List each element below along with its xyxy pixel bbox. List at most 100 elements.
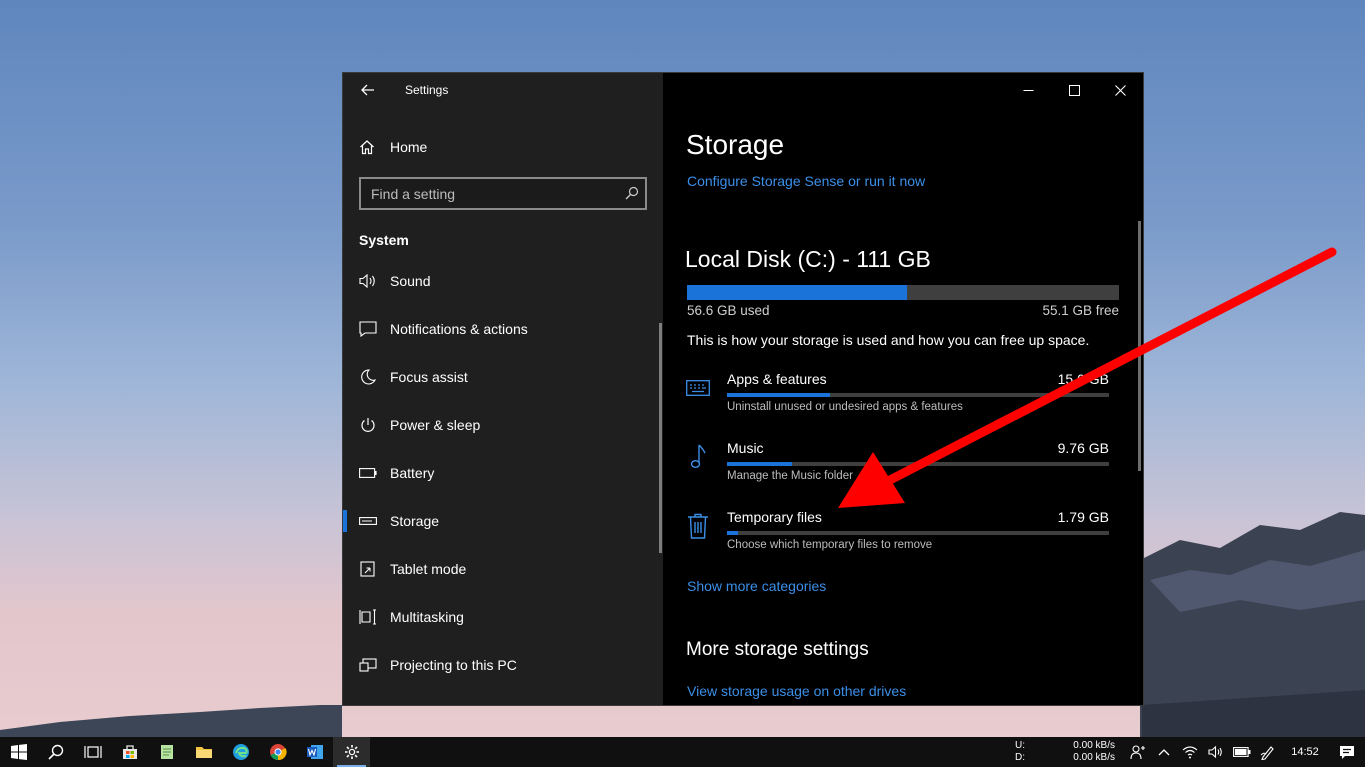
clock[interactable]: 14:52 — [1285, 746, 1325, 758]
keyboard-icon — [685, 375, 711, 401]
action-center-icon — [1340, 745, 1354, 759]
maximize-button[interactable] — [1051, 73, 1097, 107]
category-size: 15.0 GB — [1057, 371, 1109, 387]
sidebar-item-focus-assist[interactable]: Focus assist — [343, 353, 663, 401]
show-hidden-icons-button[interactable] — [1151, 737, 1177, 767]
disk-used-label: 56.6 GB used — [687, 303, 770, 318]
pen-workspace-button[interactable] — [1255, 737, 1281, 767]
taskbar-notes-app[interactable] — [148, 737, 185, 767]
category-bar-fill — [727, 393, 831, 397]
system-tray: U: D: 0.00 kB/s 0.00 kB/s 14:52 — [1015, 737, 1365, 767]
section-title-system: System — [359, 232, 409, 248]
main-content: Storage Configure Storage Sense or run i… — [663, 73, 1143, 705]
sidebar-item-tablet-mode[interactable]: Tablet mode — [343, 545, 663, 593]
sidebar-item-home[interactable]: Home — [359, 135, 427, 159]
edge-icon — [232, 744, 249, 760]
search-button[interactable] — [37, 737, 74, 767]
back-arrow-icon — [361, 84, 374, 96]
disk-title: Local Disk (C:) - 111 GB — [685, 246, 931, 272]
wifi-button[interactable] — [1177, 737, 1203, 767]
taskbar-search-icon — [47, 744, 63, 760]
category-size: 9.76 GB — [1057, 440, 1109, 456]
sidebar-item-notifications[interactable]: Notifications & actions — [343, 305, 663, 353]
sidebar-item-sound[interactable]: Sound — [343, 257, 663, 305]
category-bar — [727, 531, 1109, 535]
show-more-categories-link[interactable]: Show more categories — [687, 578, 826, 594]
sidebar-item-multitasking[interactable]: Multitasking — [343, 593, 663, 641]
sidebar-item-storage[interactable]: Storage — [343, 497, 663, 545]
disk-usage-fill — [687, 285, 908, 300]
category-bar — [727, 393, 1109, 397]
gear-icon — [344, 745, 359, 759]
minimize-icon — [1023, 89, 1033, 91]
volume-button[interactable] — [1203, 737, 1229, 767]
pen-icon — [1260, 746, 1274, 760]
people-button[interactable] — [1125, 737, 1151, 767]
notes-icon — [160, 745, 173, 759]
start-button[interactable] — [0, 737, 37, 767]
view-other-drives-link[interactable]: View storage usage on other drives — [687, 683, 906, 699]
category-subtitle: Uninstall unused or undesired apps & fea… — [727, 401, 963, 413]
upload-value: 0.00 kB/s — [1073, 740, 1115, 751]
search-icon[interactable] — [625, 186, 639, 200]
upload-label: U: — [1015, 740, 1025, 751]
speaker-icon — [359, 272, 377, 290]
sidebar-item-label: Multitasking — [390, 609, 464, 625]
category-bar-fill — [727, 462, 792, 466]
category-music[interactable]: Music 9.76 GB Manage the Music folder — [685, 440, 1115, 500]
category-subtitle: Manage the Music folder — [727, 470, 853, 482]
sidebar-nav: Sound Notifications & actions Focus assi… — [343, 257, 663, 689]
download-value: 0.00 kB/s — [1073, 752, 1115, 763]
taskbar-edge[interactable] — [222, 737, 259, 767]
category-name: Temporary files — [727, 509, 822, 525]
taskbar-chrome[interactable] — [259, 737, 296, 767]
category-temporary-files[interactable]: Temporary files 1.79 GB Choose which tem… — [685, 509, 1115, 569]
disk-free-label: 55.1 GB free — [1042, 303, 1119, 318]
home-label: Home — [390, 139, 428, 155]
windows-logo-icon — [10, 744, 27, 760]
category-bar-fill — [727, 531, 739, 535]
app-title: Settings — [405, 83, 449, 97]
search-input[interactable] — [371, 179, 611, 208]
power-icon — [359, 416, 377, 434]
sidebar-item-projecting[interactable]: Projecting to this PC — [343, 641, 663, 689]
maximize-icon — [1068, 84, 1080, 96]
storage-description: This is how your storage is used and how… — [687, 332, 1090, 348]
close-icon — [1114, 84, 1126, 96]
title-bar: Settings — [343, 73, 663, 107]
minimize-button[interactable] — [1005, 73, 1051, 107]
taskbar-file-explorer[interactable] — [185, 737, 222, 767]
close-button[interactable] — [1097, 73, 1143, 107]
moon-icon — [359, 368, 377, 386]
storage-icon — [359, 512, 377, 530]
window-controls — [1005, 73, 1143, 107]
content-scrollbar[interactable] — [1138, 221, 1141, 471]
back-button[interactable] — [353, 79, 383, 101]
sidebar-item-label: Focus assist — [390, 369, 468, 385]
chrome-icon — [269, 744, 287, 761]
category-name: Music — [727, 440, 764, 456]
sidebar-item-label: Notifications & actions — [390, 321, 528, 337]
configure-storage-sense-link[interactable]: Configure Storage Sense or run it now — [687, 173, 925, 189]
search-box[interactable] — [359, 177, 647, 210]
projecting-icon — [359, 656, 377, 674]
sidebar-item-power-sleep[interactable]: Power & sleep — [343, 401, 663, 449]
people-icon — [1130, 745, 1145, 760]
action-center-button[interactable] — [1329, 737, 1365, 767]
category-size: 1.79 GB — [1057, 509, 1109, 525]
trash-icon — [685, 513, 711, 539]
page-title: Storage — [686, 129, 785, 160]
sidebar: Settings Home System Sound — [343, 73, 663, 705]
sidebar-item-label: Battery — [390, 465, 435, 481]
taskbar-settings[interactable] — [333, 737, 370, 767]
taskbar-store-app[interactable] — [111, 737, 148, 767]
battery-button[interactable] — [1229, 737, 1255, 767]
network-speed-meter: U: D: 0.00 kB/s 0.00 kB/s — [1015, 740, 1125, 764]
task-view-button[interactable] — [74, 737, 111, 767]
taskbar: U: D: 0.00 kB/s 0.00 kB/s 14:52 — [0, 737, 1365, 767]
sidebar-scrollbar[interactable] — [659, 323, 662, 553]
taskbar-word[interactable] — [296, 737, 333, 767]
sidebar-item-label: Projecting to this PC — [390, 657, 517, 673]
category-apps-features[interactable]: Apps & features 15.0 GB Uninstall unused… — [685, 371, 1115, 431]
sidebar-item-battery[interactable]: Battery — [343, 449, 663, 497]
